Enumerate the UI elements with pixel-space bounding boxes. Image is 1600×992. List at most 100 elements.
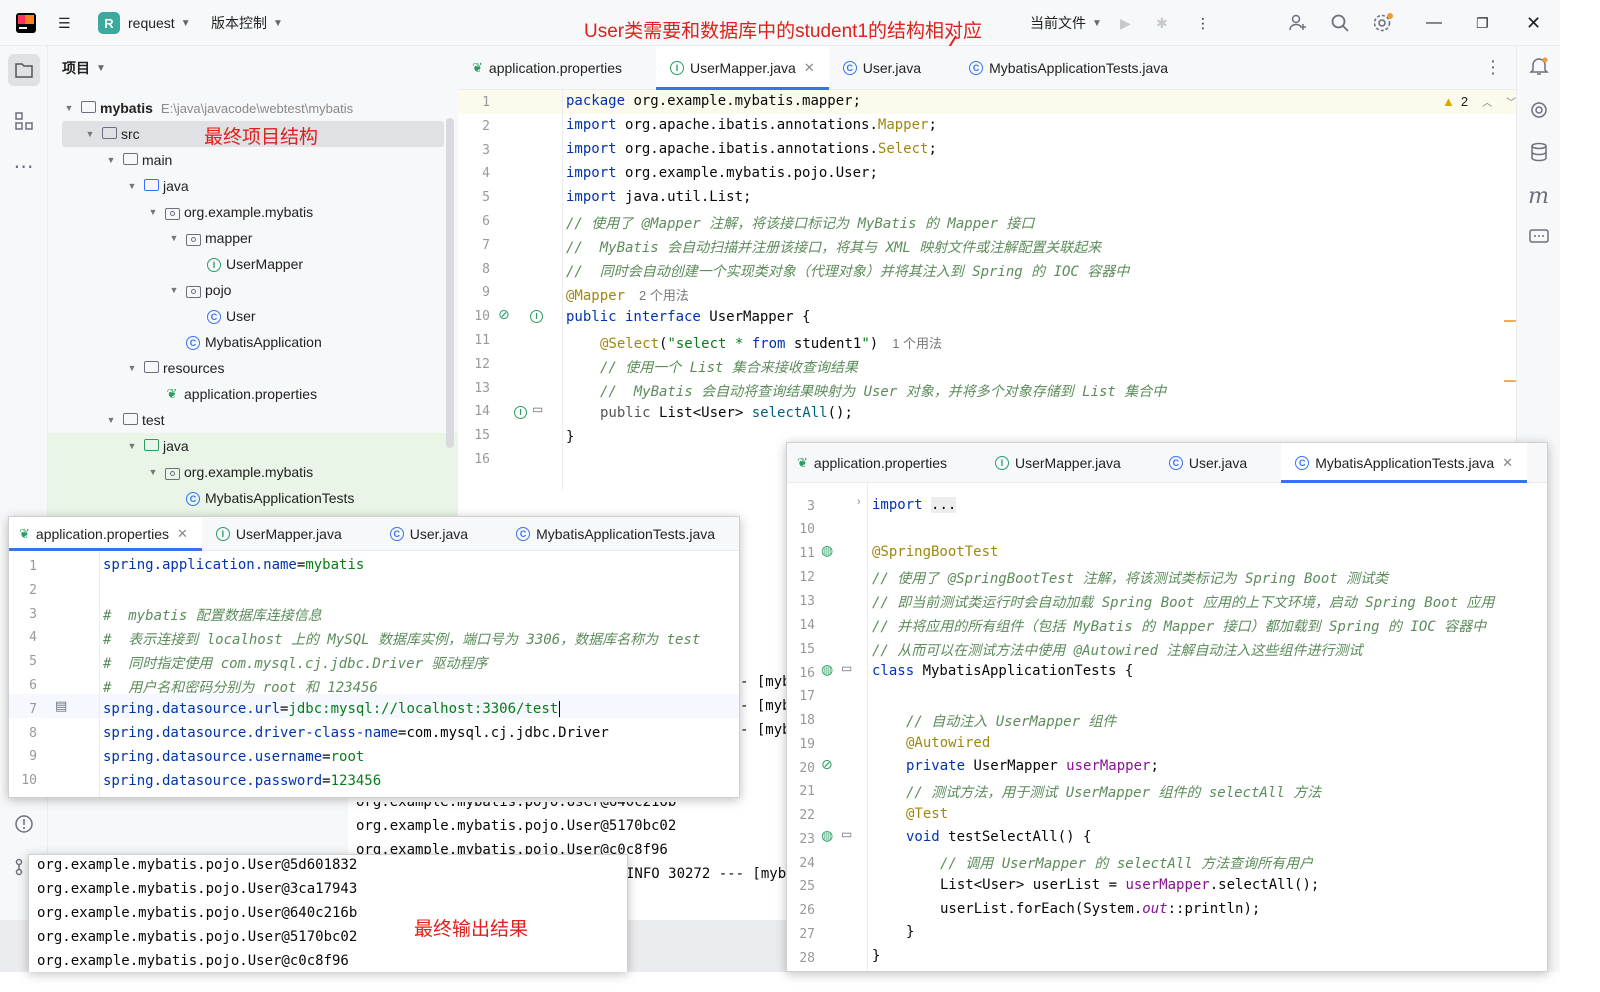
tree-item[interactable]: C MybatisApplicationTests xyxy=(167,485,354,511)
tab-usermapper-java[interactable]: I UserMapper.java xyxy=(981,443,1135,482)
chevron-up-icon[interactable]: ︿ xyxy=(1482,94,1492,109)
chevron-down-icon[interactable]: ▼ xyxy=(167,233,181,243)
tab-label: application.properties xyxy=(488,59,622,76)
sql-icon[interactable]: ▭ xyxy=(841,661,852,675)
run-test-icon[interactable]: ◍ xyxy=(821,661,833,678)
datasource-icon[interactable]: ▤ xyxy=(55,698,67,714)
tab-user-java[interactable]: C User.java xyxy=(829,46,935,89)
chevron-down-icon[interactable]: ▼ xyxy=(125,441,139,451)
endpoints-icon[interactable] xyxy=(1517,228,1560,251)
project-panel-header[interactable]: 项目 ▼ xyxy=(62,58,106,78)
chevron-down-icon[interactable]: ▼ xyxy=(125,363,139,373)
tree-item[interactable]: ▼ src xyxy=(83,121,140,147)
database-icon[interactable] xyxy=(1517,142,1560,167)
tests-editor[interactable]: 3 10 11 12 13 14 15 16 17 18 19 20 21 22 23 24 25 26 27 28 … xyxy=(787,483,1547,971)
tab-usermapper-java[interactable]: I UserMapper.java xyxy=(202,517,356,550)
more-icon[interactable]: ⋮ xyxy=(1196,0,1210,46)
tree-item[interactable]: ▼ main xyxy=(104,147,173,173)
tabs-more-icon[interactable]: ⋮ xyxy=(1484,57,1502,78)
run-config-selector[interactable]: 当前文件 ▼ xyxy=(1030,0,1102,46)
error-stripe-mark[interactable] xyxy=(1504,380,1516,382)
chevron-down-icon[interactable]: ▼ xyxy=(146,467,160,477)
tree-item-label: resources xyxy=(163,360,225,376)
settings-icon[interactable] xyxy=(1372,0,1394,46)
main-editor[interactable]: 1 2 3 4 5 6 7 8 9 10 11 12 13 14 15 16 ▲ 2 ︿ ﹀ ⊘ I I ▭ p… xyxy=(458,90,1516,490)
tree-item[interactable]: ▼ test xyxy=(104,407,165,433)
ai-assistant-icon[interactable] xyxy=(1517,100,1560,125)
tab-application-properties[interactable]: ❦ application.properties xyxy=(787,443,961,482)
ide-logo-icon[interactable] xyxy=(16,0,36,46)
gutter-divider xyxy=(867,483,868,971)
tree-root[interactable]: ▼ mybatis E:\java\javacode\webtest\mybat… xyxy=(62,95,354,121)
close-tab-icon[interactable]: ✕ xyxy=(1502,455,1513,471)
close-window-icon[interactable]: ✕ xyxy=(1526,0,1541,46)
tab-user-java[interactable]: C User.java xyxy=(1155,443,1261,482)
tab-mybatisapplicationtests-java[interactable]: C MybatisApplicationTests.java xyxy=(955,46,1182,89)
tree-scrollbar[interactable] xyxy=(446,118,454,448)
more-tools-icon[interactable]: ⋯ xyxy=(0,154,47,179)
chevron-down-icon[interactable]: ▼ xyxy=(125,181,139,191)
main-menu-icon[interactable]: ☰ xyxy=(58,0,71,46)
sql-icon[interactable]: ▭ xyxy=(841,827,852,841)
gutter-divider xyxy=(562,90,563,490)
code-line: public List<User> selectAll(); xyxy=(600,405,853,421)
package-icon xyxy=(185,283,201,298)
run-icon[interactable]: ▶ xyxy=(1120,0,1131,46)
tree-item[interactable]: ❦ application.properties xyxy=(146,381,318,407)
close-tab-icon[interactable]: ✕ xyxy=(804,60,815,76)
line-number: 16 xyxy=(799,666,815,681)
tab-application-properties[interactable]: ❦ application.properties xyxy=(458,46,636,89)
structure-tool-icon[interactable] xyxy=(0,112,47,135)
bean-icon[interactable]: ⊘ xyxy=(498,306,510,323)
error-stripe-mark[interactable] xyxy=(1504,320,1516,322)
close-tab-icon[interactable]: ✕ xyxy=(177,526,188,542)
add-user-icon[interactable] xyxy=(1288,0,1308,46)
sql-icon[interactable]: ▭ xyxy=(532,402,543,416)
chevron-down-icon[interactable]: ▼ xyxy=(167,285,181,295)
tree-item[interactable]: ▼ java xyxy=(125,433,189,459)
restore-icon[interactable]: ❐ xyxy=(1476,0,1489,46)
minimize-icon[interactable]: — xyxy=(1426,0,1442,46)
tab-user-java[interactable]: C User.java xyxy=(376,517,482,550)
search-icon[interactable] xyxy=(1330,0,1350,46)
chevron-down-icon[interactable]: ▼ xyxy=(104,155,118,165)
maven-icon[interactable]: m xyxy=(1517,184,1560,209)
project-selector[interactable]: R request ▼ xyxy=(98,0,191,46)
tree-item[interactable]: I UserMapper xyxy=(188,251,303,277)
tab-mybatisapplicationtests-java[interactable]: C MybatisApplicationTests.java ✕ xyxy=(1281,443,1528,483)
tree-item[interactable]: ▼ mapper xyxy=(167,225,253,251)
implemented-icon[interactable]: I xyxy=(514,402,527,419)
tree-item[interactable]: ▼ java xyxy=(125,173,189,199)
chevron-down-icon[interactable]: ▼ xyxy=(146,207,160,217)
debug-icon[interactable]: ✱ xyxy=(1156,0,1168,46)
tree-item[interactable]: ▼ resources xyxy=(125,355,225,381)
implemented-icon[interactable]: I xyxy=(530,306,543,323)
chevron-down-icon[interactable]: ▼ xyxy=(104,415,118,425)
line-number: 2 xyxy=(29,582,37,598)
tree-item-label: org.example.mybatis xyxy=(184,204,314,220)
vcs-menu[interactable]: 版本控制 ▼ xyxy=(211,0,283,46)
problems-icon[interactable] xyxy=(0,814,47,839)
code-comment: // 使用了 @Mapper 注解，将该接口标记为 MyBatis 的 Mapp… xyxy=(566,216,1035,232)
tree-item[interactable]: ▼ org.example.mybatis xyxy=(146,199,314,225)
properties-editor[interactable]: 1 2 3 4 5 6 7 8 9 10 ▤ spring.application.name=my… xyxy=(9,551,739,797)
project-tool-icon[interactable] xyxy=(0,54,47,86)
tree-item[interactable]: C User xyxy=(188,303,256,329)
spring-boot-icon[interactable]: ◍ xyxy=(821,542,833,559)
tab-mybatisapplicationtests-java[interactable]: C MybatisApplicationTests.java xyxy=(502,517,729,550)
tree-item[interactable]: ▼ org.example.mybatis xyxy=(146,459,314,485)
test-class-icon: C xyxy=(516,526,531,541)
chevron-down-icon[interactable]: ﹀ xyxy=(1506,94,1516,109)
notifications-icon[interactable] xyxy=(1517,56,1560,81)
chevron-down-icon[interactable]: ▼ xyxy=(83,129,97,139)
tab-application-properties[interactable]: ❦ application.properties ✕ xyxy=(9,517,202,551)
autowired-icon[interactable]: ⊘ xyxy=(821,756,833,773)
tab-usermapper-java[interactable]: I UserMapper.java ✕ xyxy=(656,46,829,90)
spring-leaf-icon: ❦ xyxy=(472,59,483,75)
run-test-icon[interactable]: ◍ xyxy=(821,827,833,844)
tree-item[interactable]: C MybatisApplication xyxy=(167,329,322,355)
chevron-right-icon[interactable]: › xyxy=(857,496,861,508)
inspection-widget[interactable]: ▲ 2 ︿ ﹀ xyxy=(1442,94,1516,109)
tests-editor-tabs: ❦ application.properties I UserMapper.java… xyxy=(787,443,1547,483)
tree-item[interactable]: ▼ pojo xyxy=(167,277,232,303)
